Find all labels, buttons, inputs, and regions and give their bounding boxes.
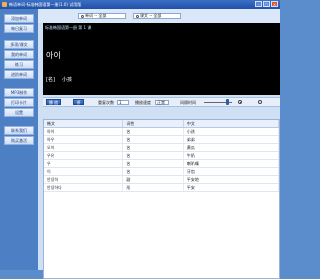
repeat-count-input[interactable]: 1: [117, 99, 129, 105]
cell-korean: 아우: [44, 136, 124, 143]
stop-button[interactable]: 停: [73, 99, 84, 105]
cell-korean: 안녕하다: [44, 184, 124, 191]
cell-pos: 名: [123, 128, 184, 135]
sidebar-item-advanced[interactable]: 进阶单词: [4, 70, 34, 79]
column-header-pos[interactable]: 词性: [123, 120, 184, 127]
word-meaning: 小孩: [62, 77, 73, 83]
cell-chinese: 小孩: [184, 128, 280, 135]
close-button[interactable]: ×: [271, 1, 278, 7]
top-toolbar: 单词 -- 全部 课文 -- 全部: [38, 9, 280, 23]
gap-slider-handle[interactable]: [226, 99, 229, 105]
book-select[interactable]: 单词 -- 全部: [78, 13, 126, 19]
korean-word: 아이: [46, 51, 61, 60]
sidebar-item-settings[interactable]: 设置: [4, 108, 34, 117]
table-header: 韩文 词性 中文: [44, 120, 280, 128]
mode-radio-2[interactable]: [258, 100, 262, 104]
table-row[interactable]: 우 名 喇叭嘴: [44, 160, 280, 168]
cell-korean: 이: [44, 168, 124, 175]
cell-pos: 副: [123, 176, 184, 183]
table-row[interactable]: 안녕히 副 平安地: [44, 176, 280, 184]
sidebar-item-multi-text[interactable]: 多项/课文: [4, 40, 34, 49]
cell-korean: 아이: [44, 128, 124, 135]
playback-controls: 播 放 停 重复次数 1 播放速度 正常 间隔时间: [43, 97, 280, 107]
sidebar: 添加单词 每日复习 多项/课文 我的单词 练习 进阶单词 MP3制作 打印卡片 …: [0, 9, 38, 270]
lesson-path: 标准韩国语第一册 第 1 课: [45, 25, 92, 30]
cell-chinese: 牙齿: [184, 168, 280, 175]
cell-korean: 우유: [44, 152, 124, 159]
window-title: 韩语单词-标准韩国语第一册(1.0) 试用版: [9, 1, 82, 7]
play-button[interactable]: 播 放: [46, 99, 61, 105]
window-controls: – □ ×: [255, 1, 278, 7]
word-table: 韩文 词性 中文 아이 名 小孩 아우 名 弟弟 오이 名 黄瓜 우유 名 牛奶…: [43, 119, 280, 279]
mode-radio-1[interactable]: [238, 100, 242, 104]
speed-label: 播放速度: [135, 100, 151, 105]
window-titlebar: 韩语单词-标准韩国语第一册(1.0) 试用版 – □ ×: [0, 0, 280, 9]
sidebar-item-my-words[interactable]: 我的单词: [4, 50, 34, 59]
speed-select[interactable]: 正常: [155, 99, 169, 105]
column-header-chinese[interactable]: 中文: [184, 120, 280, 127]
cell-chinese: 平安: [184, 184, 280, 191]
sidebar-item-add-word[interactable]: 添加单词: [4, 14, 34, 23]
cell-pos: 名: [123, 168, 184, 175]
part-of-speech: [名]: [46, 77, 55, 83]
cell-korean: 우: [44, 160, 124, 167]
table-row[interactable]: 아이 名 小孩: [44, 128, 280, 136]
table-row[interactable]: 이 名 牙齿: [44, 168, 280, 176]
table-row[interactable]: 아우 名 弟弟: [44, 136, 280, 144]
word-display: 标准韩国语第一册 第 1 课 아이 [名] 小孩: [43, 23, 280, 95]
table-row[interactable]: 오이 名 黄瓜: [44, 144, 280, 152]
table-row[interactable]: 우유 名 牛奶: [44, 152, 280, 160]
cell-korean: 안녕히: [44, 176, 124, 183]
sidebar-item-mp3[interactable]: MP3制作: [4, 88, 34, 97]
lesson-select[interactable]: 课文 -- 全部: [133, 13, 181, 19]
table-row[interactable]: 안녕하다 形 平安: [44, 184, 280, 192]
sidebar-item-activate[interactable]: 购买激活: [4, 136, 34, 145]
sidebar-item-contact[interactable]: 联系我们: [4, 126, 34, 135]
repeat-label: 重复次数: [98, 100, 114, 105]
cell-chinese: 喇叭嘴: [184, 160, 280, 167]
sidebar-item-practice[interactable]: 练习: [4, 60, 34, 69]
cell-korean: 오이: [44, 144, 124, 151]
gap-label: 间隔时间: [180, 100, 196, 105]
cell-chinese: 弟弟: [184, 136, 280, 143]
main-area: 单词 -- 全部 课文 -- 全部 标准韩国语第一册 第 1 课 아이 [名] …: [38, 9, 280, 279]
column-header-korean[interactable]: 韩文: [44, 120, 124, 127]
radio-icon: [136, 14, 139, 18]
sidebar-item-print-cards[interactable]: 打印卡片: [4, 98, 34, 107]
cell-chinese: 牛奶: [184, 152, 280, 159]
minimize-button[interactable]: –: [255, 1, 262, 7]
cell-chinese: 黄瓜: [184, 144, 280, 151]
radio-icon: [81, 14, 84, 18]
cell-pos: 名: [123, 160, 184, 167]
maximize-button[interactable]: □: [263, 1, 270, 7]
cell-pos: 名: [123, 144, 184, 151]
sidebar-item-daily-review[interactable]: 每日复习: [4, 24, 34, 33]
cell-pos: 名: [123, 152, 184, 159]
cell-pos: 名: [123, 136, 184, 143]
cell-chinese: 平安地: [184, 176, 280, 183]
app-icon: [2, 2, 7, 7]
cell-pos: 形: [123, 184, 184, 191]
